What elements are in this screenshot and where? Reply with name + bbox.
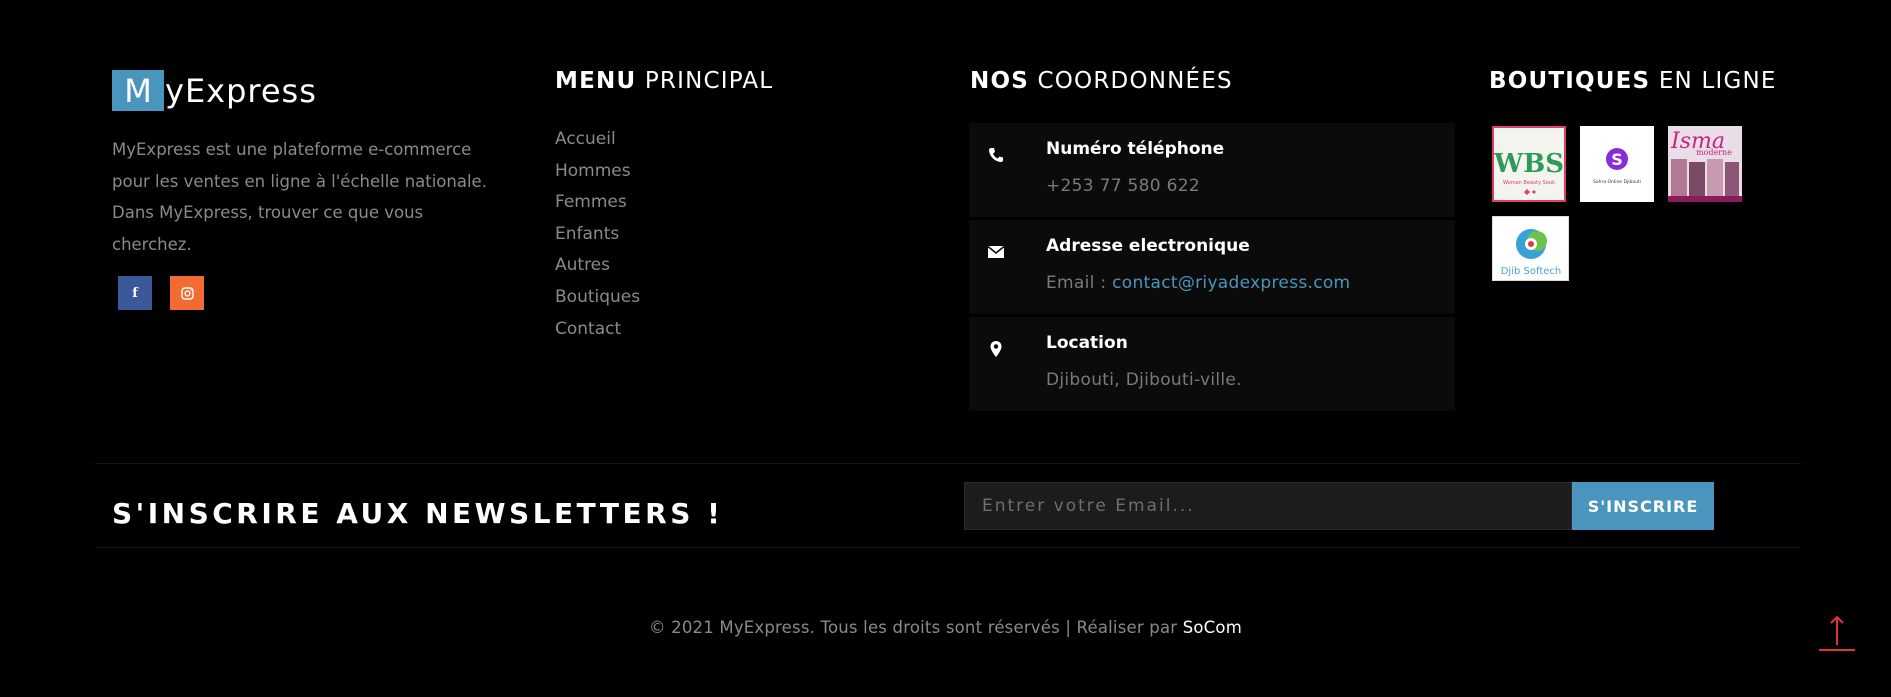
email-title: Adresse electronique	[1046, 236, 1250, 256]
menu-item-autres[interactable]: Autres	[555, 250, 640, 282]
logo-initial: M	[112, 70, 164, 111]
subscribe-button[interactable]: S'INSCRIRE	[1572, 482, 1714, 530]
main-menu: Accueil Hommes Femmes Enfants Autres Bou…	[555, 124, 640, 345]
menu-item-contact[interactable]: Contact	[555, 314, 640, 346]
contacts-heading: NOS COORDONNÉES	[970, 68, 1233, 94]
phone-value[interactable]: +253 77 580 622	[1046, 176, 1200, 196]
svg-text:moderne: moderne	[1696, 148, 1732, 157]
newsletter-email-input[interactable]	[964, 482, 1572, 530]
boutiques-heading-light: EN LIGNE	[1658, 68, 1777, 94]
menu-item-accueil[interactable]: Accueil	[555, 124, 640, 156]
svg-text:Woman Beauty Souk: Woman Beauty Souk	[1503, 180, 1555, 186]
svg-text:WBS: WBS	[1494, 149, 1564, 179]
phone-title: Numéro téléphone	[1046, 139, 1225, 159]
envelope-icon	[987, 245, 1005, 258]
isma-logo-image: Isma moderne	[1668, 126, 1742, 202]
menu-item-hommes[interactable]: Hommes	[555, 156, 640, 188]
email-prefix: Email :	[1046, 273, 1113, 293]
boutiques-heading: BOUTIQUES EN LIGNE	[1489, 68, 1777, 94]
copyright-text: © 2021 MyExpress. Tous les droits sont r…	[649, 618, 1183, 637]
logo-text: yExpress	[165, 71, 317, 110]
wbs-logo-image: WBS Woman Beauty Souk	[1494, 149, 1564, 195]
djib-softech-logo-image: Djib Softech	[1501, 229, 1562, 277]
menu-item-boutiques[interactable]: Boutiques	[555, 282, 640, 314]
about-description: MyExpress est une plateforme e-commerce …	[112, 140, 487, 254]
svg-text:Sahra Online Djibouti: Sahra Online Djibouti	[1593, 179, 1641, 185]
shop-isma[interactable]: Isma moderne	[1668, 126, 1742, 202]
svg-text:S: S	[1611, 150, 1623, 169]
menu-item-femmes[interactable]: Femmes	[555, 187, 640, 219]
divider-bottom	[95, 547, 1801, 548]
instagram-glyph	[180, 286, 194, 300]
sahra-logo-image: S Sahra Online Djibouti	[1593, 148, 1641, 185]
location-value: Djibouti, Djibouti-ville.	[1046, 370, 1242, 390]
shop-djib-softech[interactable]: Djib Softech	[1492, 216, 1569, 281]
copyright: © 2021 MyExpress. Tous les droits sont r…	[0, 618, 1891, 637]
menu-heading-light: PRINCIPAL	[644, 68, 774, 94]
email-link[interactable]: contact@riyadexpress.com	[1112, 273, 1350, 293]
contact-email: Adresse electronique Email : contact@riy…	[969, 220, 1455, 314]
email-line: Email : contact@riyadexpress.com	[1046, 273, 1350, 293]
site-logo[interactable]: M yExpress	[112, 70, 317, 111]
location-title: Location	[1046, 333, 1128, 353]
contact-location: Location Djibouti, Djibouti-ville.	[969, 317, 1455, 411]
contacts-heading-bold: NOS	[970, 68, 1029, 94]
boutiques-heading-bold: BOUTIQUES	[1489, 68, 1651, 94]
menu-heading: MENU PRINCIPAL	[555, 68, 773, 94]
socom-link[interactable]: SoCom	[1183, 618, 1242, 637]
back-to-top-arrow-icon[interactable]	[1818, 614, 1856, 652]
map-marker-icon	[990, 341, 1002, 357]
contacts-heading-light: COORDONNÉES	[1037, 68, 1233, 94]
phone-icon	[989, 148, 1003, 162]
shop-sahra[interactable]: S Sahra Online Djibouti	[1580, 126, 1654, 202]
contact-phone: Numéro téléphone +253 77 580 622	[969, 123, 1455, 217]
menu-heading-bold: MENU	[555, 68, 637, 94]
facebook-icon[interactable]: f	[118, 276, 152, 310]
divider-top	[95, 463, 1801, 464]
instagram-icon[interactable]	[170, 276, 204, 310]
djib-softech-label: Djib Softech	[1501, 266, 1562, 277]
menu-item-enfants[interactable]: Enfants	[555, 219, 640, 251]
newsletter-title: S'INSCRIRE AUX NEWSLETTERS !	[112, 497, 724, 530]
shop-wbs[interactable]: WBS Woman Beauty Souk	[1492, 126, 1566, 202]
